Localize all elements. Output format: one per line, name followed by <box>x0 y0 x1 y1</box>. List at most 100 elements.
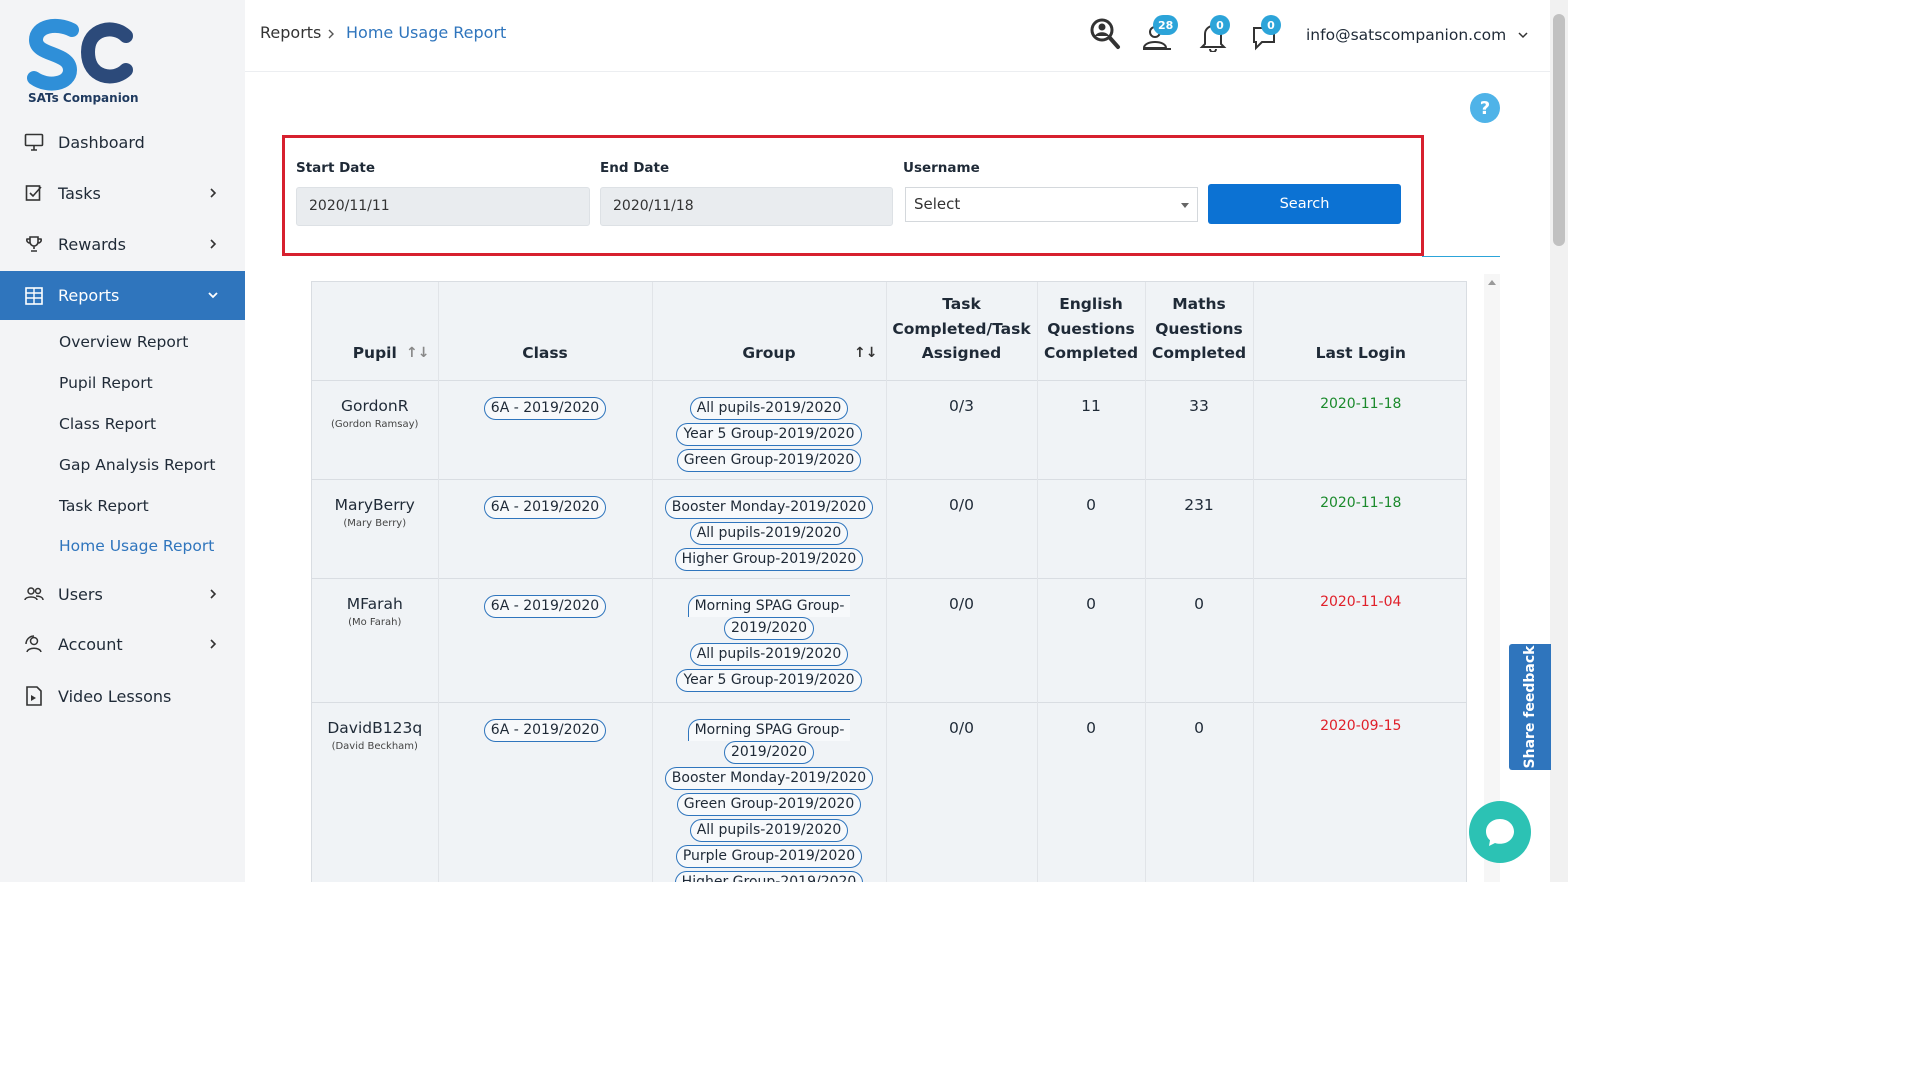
sidebar-item-users[interactable]: Users <box>0 570 245 618</box>
sidebar-item-label: Dashboard <box>58 132 145 152</box>
last-login-value: 2020-09-15 <box>1320 717 1402 734</box>
maths-value: 33 <box>1189 396 1209 415</box>
pupil-fullname: (Gordon Ramsay) <box>331 418 419 430</box>
logo-text: SATs Companion <box>28 91 139 105</box>
sidebar-item-reports[interactable]: Reports <box>0 271 245 320</box>
sidebar-item-label: Tasks <box>58 183 101 203</box>
sidebar-item-label: Rewards <box>58 234 126 254</box>
header-task-line: Task <box>942 295 981 313</box>
page-scrollbar-thumb[interactable] <box>1553 14 1565 246</box>
sidebar-subitem-gap-analysis-report[interactable]: Gap Analysis Report <box>59 456 215 474</box>
group-pill-wrapped-line1: Morning SPAG Group- <box>687 718 851 741</box>
english-value: 0 <box>1086 495 1096 514</box>
header-maths: Maths Questions Completed <box>1145 282 1254 380</box>
group-pill: Green Group-2019/2020 <box>676 448 862 472</box>
class-pill: 6A - 2019/2020 <box>483 396 607 420</box>
chat-icon <box>1486 819 1514 846</box>
header-task-line: Completed/Task <box>892 319 1031 338</box>
chevron-right-icon <box>210 589 217 599</box>
english-value: 11 <box>1081 396 1101 415</box>
sidebar-item-video-lessons[interactable]: Video Lessons <box>0 672 245 720</box>
start-date-label: Start Date <box>296 160 376 176</box>
english-value: 0 <box>1086 718 1096 737</box>
maths-value: 0 <box>1194 718 1204 737</box>
sidebar-item-account[interactable]: Account <box>0 620 245 668</box>
start-date-input[interactable]: 2020/11/11 <box>296 187 590 226</box>
table-row: GordonR (Gordon Ramsay) 6A - 2019/2020 Al… <box>312 379 1466 479</box>
group-pill: Booster Monday-2019/2020 <box>664 766 874 790</box>
last-login-value: 2020-11-04 <box>1320 593 1402 610</box>
username-select[interactable]: Select <box>905 187 1198 222</box>
pupil-fullname: (David Beckham) <box>331 740 418 752</box>
caret-down-icon <box>1181 203 1189 208</box>
last-login-value: 2020-11-18 <box>1320 395 1402 412</box>
help-button[interactable]: ? <box>1470 93 1500 123</box>
search-user-icon[interactable] <box>1089 18 1121 52</box>
header-english-line: Completed <box>1043 344 1139 362</box>
sort-icon[interactable]: ↑↓ <box>406 341 429 366</box>
chevron-right-icon <box>210 239 217 249</box>
scroll-up-arrow-icon[interactable] <box>1488 280 1496 285</box>
sidebar-subitem-task-report[interactable]: Task Report <box>59 497 149 515</box>
group-pill: Booster Monday-2019/2020 <box>664 495 874 519</box>
chevron-down-icon <box>1518 32 1528 39</box>
sidebar-item-label: Account <box>58 634 123 654</box>
sidebar-subitem-overview-report[interactable]: Overview Report <box>59 333 188 351</box>
table-row: MaryBerry (Mary Berry) 6A - 2019/2020 Boo… <box>312 478 1466 578</box>
monitor-icon <box>24 132 44 152</box>
end-date-input[interactable]: 2020/11/18 <box>600 187 893 226</box>
maths-value: 231 <box>1184 495 1214 514</box>
sidebar-subitem-home-usage-report[interactable]: Home Usage Report <box>59 537 214 555</box>
chevron-right-icon <box>210 188 217 198</box>
video-icon <box>24 686 44 706</box>
usage-table: Pupil ↑↓ Class Group ↑↓ Task Completed/T… <box>312 282 1466 882</box>
chevron-right-icon <box>210 639 217 649</box>
table-scrollbar[interactable] <box>1484 274 1500 882</box>
notifications-count-badge: 0 <box>1210 15 1230 35</box>
chevron-down-icon <box>208 292 218 299</box>
breadcrumb-parent[interactable]: Reports <box>260 23 321 42</box>
header-class-label: Class <box>522 344 568 362</box>
username-select-value: Select <box>914 195 961 213</box>
search-button[interactable]: Search <box>1208 184 1401 224</box>
breadcrumb-current: Home Usage Report <box>346 23 507 42</box>
header-last-login: Last Login <box>1253 282 1466 380</box>
group-pill: Higher Group-2019/2020 <box>674 870 864 882</box>
header-pupil-label: Pupil <box>352 344 397 362</box>
sidebar-item-dashboard[interactable]: Dashboard <box>0 118 245 166</box>
username-label: Username <box>903 160 980 176</box>
header-maths-line: Maths <box>1172 295 1226 313</box>
messages-count-badge: 0 <box>1261 15 1281 35</box>
sidebar-subitem-class-report[interactable]: Class Report <box>59 415 156 433</box>
pupils-count-badge: 28 <box>1153 15 1179 35</box>
account-email-dropdown[interactable]: info@satscompanion.com <box>1306 26 1529 44</box>
pupil-fullname: (Mary Berry) <box>343 517 407 529</box>
header-group-label: Group <box>742 344 796 362</box>
sidebar-subitem-pupil-report[interactable]: Pupil Report <box>59 374 153 392</box>
tasks-value: 0/0 <box>949 718 974 737</box>
account-icon <box>24 634 44 654</box>
trophy-icon <box>24 234 44 254</box>
checklist-icon <box>24 183 44 203</box>
report-icon <box>24 286 44 306</box>
account-email: info@satscompanion.com <box>1306 26 1507 44</box>
sidebar-item-tasks[interactable]: Tasks <box>0 169 245 217</box>
usage-table-container: Pupil ↑↓ Class Group ↑↓ Task Completed/T… <box>311 281 1467 882</box>
header-pupil[interactable]: Pupil ↑↓ <box>312 282 439 380</box>
sidebar-item-rewards[interactable]: Rewards <box>0 220 245 268</box>
group-pill-wrapped-line2: 2019/2020 <box>724 616 814 640</box>
page-scrollbar[interactable] <box>1550 0 1568 882</box>
group-pill: All pupils-2019/2020 <box>689 818 849 842</box>
last-login-value: 2020-11-18 <box>1320 494 1402 511</box>
pupil-username: DavidB123q <box>327 718 423 737</box>
tasks-value: 0/0 <box>949 594 974 613</box>
header-group[interactable]: Group ↑↓ <box>652 282 887 380</box>
live-chat-button[interactable] <box>1469 801 1531 863</box>
header-maths-line: Questions <box>1155 319 1243 338</box>
header-last-login-label: Last Login <box>1315 344 1406 362</box>
header-english-line: English <box>1059 295 1123 313</box>
group-pill: Green Group-2019/2020 <box>676 792 862 816</box>
share-feedback-button[interactable]: Share feedback <box>1509 644 1551 770</box>
group-pill: All pupils-2019/2020 <box>689 642 849 666</box>
sort-icon[interactable]: ↑↓ <box>854 341 877 366</box>
